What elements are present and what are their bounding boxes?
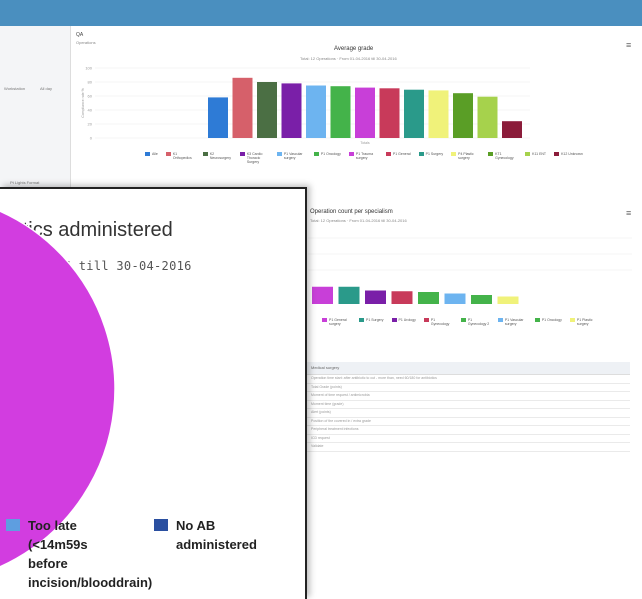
- legend-swatch: [391, 318, 397, 322]
- bar: [497, 296, 519, 304]
- legend-label: P1 Oncology: [541, 318, 562, 322]
- legend-swatch: [534, 318, 540, 322]
- legend-item[interactable]: P1 Surgery: [359, 318, 384, 326]
- legend-item[interactable]: P1 Plastic surgery: [569, 318, 599, 326]
- legend-swatch: [6, 519, 20, 531]
- bar: [312, 286, 333, 304]
- legend-swatch: [423, 318, 429, 322]
- legend-label: No AB administered: [176, 518, 257, 552]
- bar: [444, 293, 466, 304]
- legend-swatch: [460, 318, 466, 322]
- legend-swatch: [359, 318, 364, 322]
- operation-count-legend: P1 General surgery P1 Surgery P1 Urology P1…: [322, 318, 599, 326]
- antibiotics-card: biotics administered 01-04-2016 till 30-…: [0, 187, 307, 599]
- legend-swatch: [154, 519, 168, 531]
- legend-item[interactable]: P1 Gynecology: [423, 318, 453, 326]
- legend-item[interactable]: P1 General surgery: [322, 318, 351, 326]
- details-table: Medical surgery Operation time start: af…: [305, 362, 630, 452]
- table-row: Validate: [305, 443, 630, 452]
- legend-label: P1 Gynecology: [430, 318, 450, 326]
- legend-label: P1 Plastic surgery: [576, 318, 593, 326]
- bar: [338, 286, 360, 304]
- table-row: Peripheral treatment infections: [305, 426, 630, 435]
- table-row: Alert (points): [305, 409, 630, 418]
- table-row: Operation time start: after antibiotic t…: [305, 375, 630, 384]
- legend-item[interactable]: P1 Oncology: [534, 318, 562, 326]
- legend-label: P1 Surgery: [366, 318, 384, 322]
- bar: [391, 291, 413, 304]
- legend-swatch: [322, 318, 327, 322]
- legend-label: P1 Urology: [398, 318, 416, 322]
- table-row: Position of the covered in / extra grade: [305, 418, 630, 426]
- table-header: Medical surgery: [305, 362, 630, 375]
- table-row: Moment of time request / antimicrobia: [305, 392, 630, 401]
- legend-item-no-ab[interactable]: No AB administered: [154, 516, 294, 556]
- table-row: ICD request: [305, 435, 630, 443]
- bar: [365, 290, 386, 304]
- legend-swatch: [569, 318, 575, 322]
- legend-label: P1 Vascular surgery: [504, 318, 524, 326]
- bar: [471, 295, 492, 304]
- legend-label: Too late (<14m59s before incision/bloodd…: [28, 518, 153, 590]
- table-row: Moment time (grade): [305, 401, 630, 409]
- table-row: Total Grade (points): [305, 384, 630, 392]
- legend-item[interactable]: P1 Vascular surgery: [497, 318, 527, 326]
- legend-item[interactable]: P1 Urology: [391, 318, 416, 326]
- bar: [418, 292, 439, 304]
- legend-item[interactable]: P1 Gynecology 2: [460, 318, 490, 326]
- legend-swatch: [497, 318, 503, 322]
- legend-label: P1 General surgery: [329, 318, 347, 326]
- legend-label: P1 Gynecology 2: [467, 318, 490, 326]
